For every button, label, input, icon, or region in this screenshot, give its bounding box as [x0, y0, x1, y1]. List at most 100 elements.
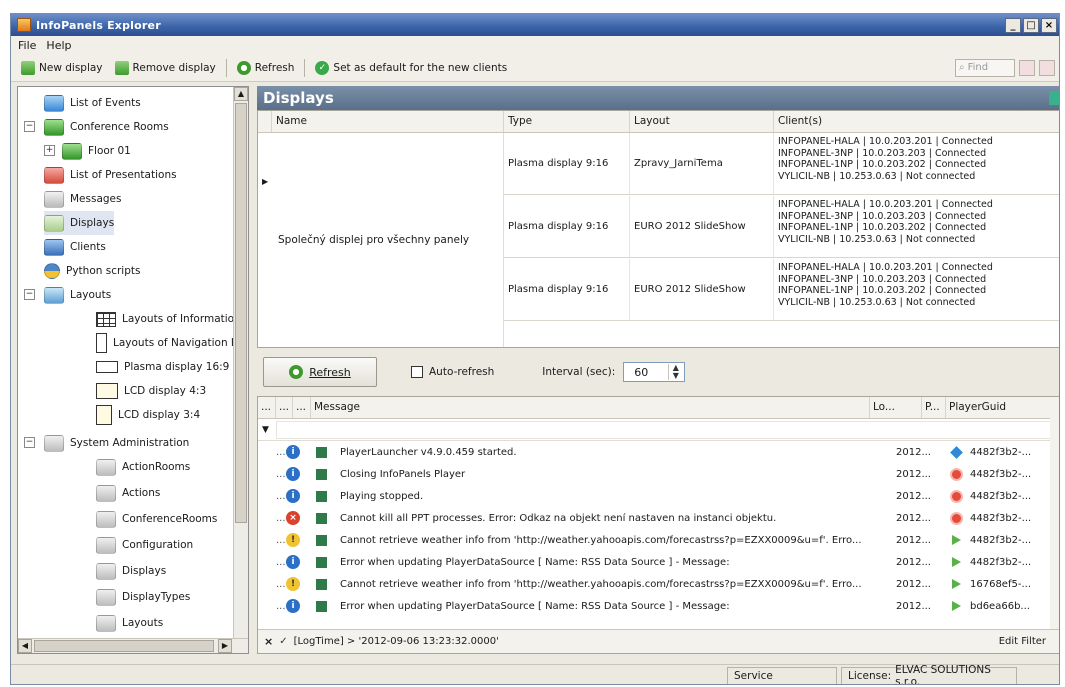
scroll-up-icon[interactable]: ▲ [234, 87, 248, 101]
scroll-thumb[interactable] [235, 103, 247, 523]
tree-item[interactable]: Layouts of Navigation I [96, 331, 234, 355]
tree-item-label: DisplayTypes [122, 591, 191, 603]
panel-title-text: Displays [263, 89, 334, 107]
mail-icon[interactable] [1019, 59, 1035, 76]
toolbar-refresh-button[interactable]: Refresh [231, 59, 301, 77]
panel-corner-icon [1049, 91, 1059, 105]
log-column-a[interactable]: ... [258, 397, 276, 418]
tree-item[interactable]: Displays [44, 211, 115, 235]
tree-item[interactable]: Conference Rooms [44, 115, 169, 139]
interval-value: 60 [634, 365, 649, 379]
log-column-logtime[interactable]: Lo... [870, 397, 922, 418]
collapse-icon[interactable]: − [24, 289, 35, 300]
column-name[interactable]: Name [272, 111, 504, 132]
log-message: Cannot retrieve weather info from 'http:… [340, 534, 862, 546]
log-row[interactable]: ...! Cannot retrieve weather info from 'h… [258, 529, 1059, 551]
screen-icon[interactable] [1039, 59, 1055, 76]
log-player-cell [944, 557, 968, 567]
display-name-cell[interactable]: Společný displej pro všechny panely [272, 133, 504, 347]
tree-item[interactable]: Messages [44, 187, 122, 211]
display-row[interactable]: Plasma display 9:16 EURO 2012 SlideShow IN… [504, 196, 1059, 258]
tree-item[interactable]: List of Presentations [44, 163, 177, 187]
filter-expression[interactable]: [LogTime] > '2012-09-06 13:23:32.0000' [294, 636, 499, 647]
status-bar: Service License: ELVAC SOLUTIONS s.r.o. [11, 664, 1059, 684]
client-entry: VYLICIL-NB | 10.253.0.63 | Not connected [778, 170, 976, 182]
collapse-icon[interactable]: − [24, 121, 35, 132]
scroll-thumb[interactable] [34, 640, 214, 652]
clear-filter-icon[interactable]: × [264, 635, 273, 648]
source-icon [316, 490, 327, 502]
interval-stepper[interactable]: 60 ▲ ▼ [623, 362, 686, 382]
log-refresh-button[interactable]: Refresh [263, 357, 377, 387]
log-column-b[interactable]: ... [276, 397, 293, 418]
tree-item[interactable]: LCD display 3:4 [96, 403, 200, 427]
log-vertical-scrollbar[interactable] [1050, 397, 1059, 629]
client-entry: INFOPANEL-1NP | 10.0.203.202 | Connected [778, 222, 987, 233]
tree-item[interactable]: Clients [44, 235, 106, 259]
tree-item[interactable]: LCD display 4:3 [96, 379, 206, 403]
log-row[interactable]: ...! Cannot retrieve weather info from 'h… [258, 573, 1059, 595]
edit-filter-button[interactable]: Edit Filter [999, 636, 1046, 647]
maximize-button[interactable]: □ [1023, 17, 1039, 33]
new-display-icon [21, 60, 35, 75]
folder-icon [44, 434, 64, 452]
log-row[interactable]: ... i Error when updating PlayerDataSource… [258, 551, 1059, 573]
new-display-button[interactable]: New display [15, 59, 109, 77]
tree-item[interactable]: Actions [96, 481, 160, 505]
interval-control: Interval (sec): 60 ▲ ▼ [542, 362, 686, 382]
tree-horizontal-scrollbar[interactable]: ◀ ▶ [18, 638, 248, 653]
scroll-left-icon[interactable]: ◀ [18, 639, 32, 653]
tree-item[interactable]: System Administration [44, 431, 189, 455]
display-clients: INFOPANEL-HALA | 10.0.203.201 | Connecte… [774, 133, 1059, 194]
display-type: Plasma display 9:16 [504, 196, 630, 257]
filter-enabled-icon[interactable]: ✓ [279, 636, 287, 647]
tree-item[interactable]: Layouts [96, 611, 163, 635]
tree-item[interactable]: Python scripts [44, 259, 140, 283]
log-source-cell [316, 490, 334, 502]
remove-display-button[interactable]: Remove display [109, 59, 222, 77]
tree-item[interactable]: List of Events [44, 91, 141, 115]
log-row[interactable]: ... i Playing stopped. 2012... 4482f3b2-... [258, 485, 1059, 507]
log-row[interactable]: ... i PlayerLauncher v4.9.0.459 started. 20… [258, 441, 1059, 463]
display-type: Plasma display 9:16 [504, 133, 630, 194]
tree-item[interactable]: DisplayTypes [96, 585, 190, 609]
filter-input[interactable] [276, 421, 1056, 439]
log-row[interactable]: ... × Cannot kill all PPT processes. Error… [258, 507, 1059, 529]
menu-file[interactable]: File [13, 39, 41, 52]
log-time: 2012... [896, 556, 931, 568]
expand-icon[interactable]: + [44, 145, 55, 156]
log-column-player[interactable]: P... [922, 397, 946, 418]
tree-item[interactable]: Displays [96, 559, 166, 583]
tree-vertical-scrollbar[interactable]: ▲ [233, 87, 248, 639]
auto-refresh-checkbox[interactable] [411, 366, 423, 378]
column-clients[interactable]: Client(s) [774, 111, 1059, 132]
spin-icon[interactable]: ▲ ▼ [668, 364, 682, 380]
license-label: License: [848, 669, 892, 682]
log-row[interactable]: ... i Error when updating PlayerDataSource… [258, 595, 1059, 617]
menu-bar: File Help [11, 36, 1059, 54]
set-default-button[interactable]: ✓ Set as default for the new clients [309, 59, 513, 77]
tree-item[interactable]: Layouts [44, 283, 111, 307]
collapse-icon[interactable]: − [24, 437, 35, 448]
log-column-message[interactable]: Message [311, 397, 870, 418]
auto-refresh-toggle[interactable]: Auto-refresh [411, 366, 494, 378]
log-row[interactable]: ... i Closing InfoPanels Player 2012... 4482… [258, 463, 1059, 485]
scroll-right-icon[interactable]: ▶ [218, 639, 232, 653]
tree-item[interactable]: Floor 01 [62, 139, 131, 163]
close-button[interactable]: × [1041, 17, 1057, 33]
tree-item[interactable]: Configuration [96, 533, 193, 557]
find-input[interactable]: ⌕ Find [955, 58, 1015, 77]
display-row[interactable]: Plasma display 9:16 Zpravy_JarniTema INFOP… [504, 133, 1059, 195]
display-row[interactable]: Plasma display 9:16 EURO 2012 SlideShow IN… [504, 259, 1059, 321]
tree-item[interactable]: Layouts of Information [96, 307, 241, 331]
log-player-cell [944, 601, 968, 611]
column-type[interactable]: Type [504, 111, 630, 132]
minimize-button[interactable]: _ [1005, 17, 1021, 33]
log-column-guid[interactable]: PlayerGuid [946, 397, 1059, 418]
tree-item[interactable]: ActionRooms [96, 455, 190, 479]
column-layout[interactable]: Layout [630, 111, 774, 132]
log-column-c[interactable]: ... [293, 397, 311, 418]
tree-item[interactable]: Plasma display 16:9 [96, 355, 229, 379]
menu-help[interactable]: Help [41, 39, 76, 52]
tree-item[interactable]: ConferenceRooms [96, 507, 217, 531]
